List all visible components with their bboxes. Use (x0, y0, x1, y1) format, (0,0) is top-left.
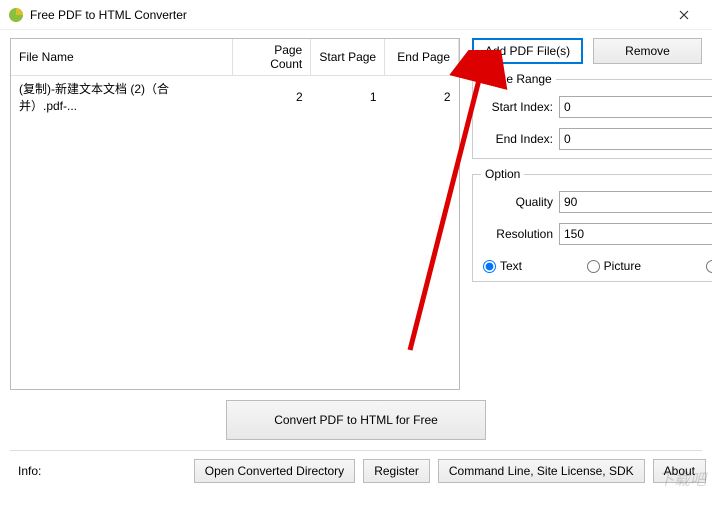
end-index-spinner[interactable]: ▲ ▼ (559, 128, 712, 150)
titlebar: Free PDF to HTML Converter (0, 0, 712, 30)
right-panel: Add PDF File(s) Remove Page Range Start … (472, 38, 702, 390)
convert-row: Convert PDF to HTML for Free (0, 390, 712, 446)
close-button[interactable] (664, 1, 704, 29)
convert-button[interactable]: Convert PDF to HTML for Free (226, 400, 486, 440)
main-content: File Name Page Count Start Page End Page… (0, 30, 712, 390)
file-table: File Name Page Count Start Page End Page… (11, 39, 459, 118)
col-pagecount[interactable]: Page Count (233, 39, 311, 76)
bottom-bar: Info: Open Converted Directory Register … (0, 455, 712, 489)
table-row[interactable]: (复制)-新建文本文档 (2)（合并）.pdf-... 2 1 2 (11, 76, 459, 119)
cell-pagecount: 2 (233, 76, 311, 119)
about-button[interactable]: About (653, 459, 706, 483)
register-button[interactable]: Register (363, 459, 430, 483)
col-startpage[interactable]: Start Page (311, 39, 385, 76)
add-pdf-button[interactable]: Add PDF File(s) (472, 38, 583, 64)
radio-text-input[interactable] (483, 260, 496, 273)
radio-picture[interactable]: Picture (587, 259, 641, 273)
page-range-group: Page Range Start Index: ▲ ▼ End Index: ▲ (472, 72, 712, 159)
option-group: Option Quality ▲ ▼ % Resolution ▲ (472, 167, 712, 282)
radio-text[interactable]: Text (483, 259, 522, 273)
cell-filename: (复制)-新建文本文档 (2)（合并）.pdf-... (11, 76, 233, 119)
file-list-panel: File Name Page Count Start Page End Page… (10, 38, 460, 390)
cmdline-button[interactable]: Command Line, Site License, SDK (438, 459, 645, 483)
quality-spinner[interactable]: ▲ ▼ (559, 191, 712, 213)
app-icon (8, 7, 24, 23)
start-index-label: Start Index: (481, 100, 553, 114)
end-index-input[interactable] (560, 129, 712, 149)
cell-endpage: 2 (385, 76, 459, 119)
radio-original-input[interactable] (706, 260, 712, 273)
col-filename[interactable]: File Name (11, 39, 233, 76)
cell-startpage: 1 (311, 76, 385, 119)
page-range-legend: Page Range (481, 72, 556, 86)
resolution-input[interactable] (560, 224, 712, 244)
window-title: Free PDF to HTML Converter (30, 8, 664, 22)
quality-label: Quality (481, 195, 553, 209)
option-legend: Option (481, 167, 524, 181)
radio-original[interactable]: Original (706, 259, 712, 273)
divider (10, 450, 702, 451)
remove-button[interactable]: Remove (593, 38, 702, 64)
start-index-input[interactable] (560, 97, 712, 117)
resolution-label: Resolution (481, 227, 553, 241)
start-index-spinner[interactable]: ▲ ▼ (559, 96, 712, 118)
radio-picture-input[interactable] (587, 260, 600, 273)
quality-input[interactable] (560, 192, 712, 212)
open-directory-button[interactable]: Open Converted Directory (194, 459, 355, 483)
resolution-spinner[interactable]: ▲ ▼ (559, 223, 712, 245)
info-label: Info: (18, 464, 186, 478)
end-index-label: End Index: (481, 132, 553, 146)
table-header-row: File Name Page Count Start Page End Page (11, 39, 459, 76)
col-endpage[interactable]: End Page (385, 39, 459, 76)
